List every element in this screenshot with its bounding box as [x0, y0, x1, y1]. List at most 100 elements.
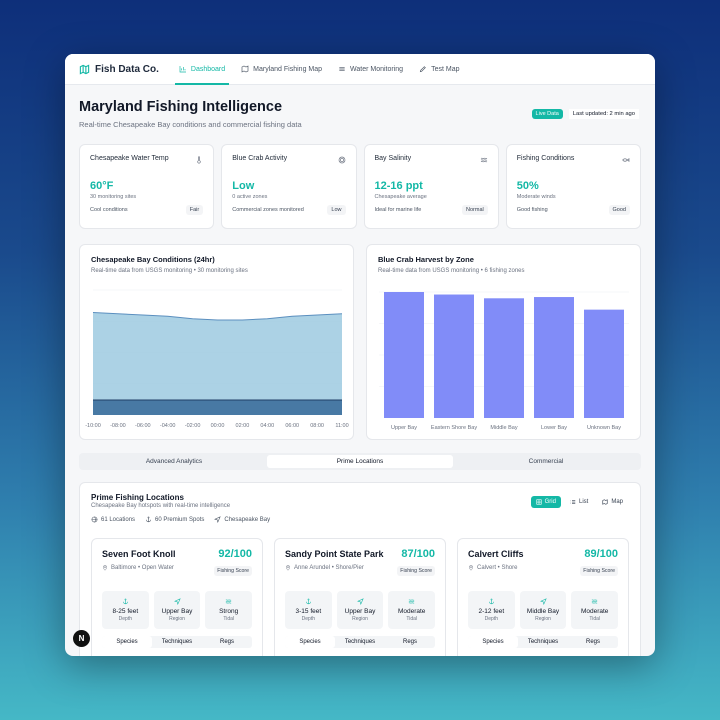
view-toggle: Grid List Map: [530, 496, 628, 508]
view-grid-label: Grid: [544, 499, 556, 505]
live-data-badge: Live Data: [531, 109, 563, 119]
premium-spots: 60 Premium Spots: [145, 516, 204, 523]
metric-label: Region: [535, 616, 551, 622]
tab-species[interactable]: Species: [468, 636, 518, 648]
location-area-text: Baltimore • Open Water: [111, 565, 174, 571]
chart-title: Chesapeake Bay Conditions (24hr): [91, 255, 215, 264]
nav-dashboard[interactable]: Dashboard: [171, 54, 233, 85]
view-map-button[interactable]: Map: [597, 496, 628, 508]
x-tick-label: 11:00: [335, 423, 348, 429]
navigation-icon: [173, 598, 181, 605]
card-tabs: Species Techniques Regs: [285, 636, 435, 648]
fishing-score: 92/100: [218, 548, 252, 560]
anchor-icon: [488, 598, 494, 605]
metric-tidal: Strong Tidal: [205, 591, 253, 629]
map-icon: [241, 65, 249, 73]
tab-regs[interactable]: Regs: [568, 636, 618, 648]
tab-regs[interactable]: Regs: [202, 636, 252, 648]
bar: [484, 298, 524, 418]
stat-title: Bay Salinity: [374, 155, 412, 162]
fishing-score-label: Fishing Score: [397, 566, 435, 576]
stat-value: 50%: [516, 180, 539, 192]
navigation-icon: [539, 598, 547, 605]
pencil-icon: [419, 66, 426, 73]
dev-tools-button[interactable]: N: [73, 630, 90, 647]
navigation-icon: [356, 598, 364, 605]
status-badge: Normal: [462, 205, 488, 215]
metric-value: Moderate: [397, 608, 426, 615]
stat-card-salinity: Bay Salinity 12-16 ppt Chesapeake averag…: [363, 144, 499, 229]
tab-techniques[interactable]: Techniques: [335, 636, 385, 648]
tab-commercial[interactable]: Commercial: [453, 455, 639, 468]
fishing-score-label: Fishing Score: [214, 566, 252, 576]
status-badge: Fair: [185, 205, 204, 215]
pin-icon: [468, 565, 474, 571]
tab-techniques[interactable]: Techniques: [152, 636, 202, 648]
view-list-button[interactable]: List: [565, 496, 593, 508]
tab-regs[interactable]: Regs: [385, 636, 435, 648]
brand[interactable]: Fish Data Co.: [79, 64, 159, 75]
chart-subtitle: Real-time data from USGS monitoring • 6 …: [378, 268, 525, 274]
conditions-chart-card: Chesapeake Bay Conditions (24hr) Real-ti…: [79, 244, 354, 440]
metric-label: Depth: [301, 616, 315, 622]
stat-foot: Cool conditions: [90, 207, 128, 213]
stat-sub: 30 monitoring sites: [90, 194, 137, 200]
nav-test-map[interactable]: Test Map: [411, 54, 467, 85]
metric-region: Upper Bay Region: [336, 591, 384, 629]
metric-value: Upper Bay: [161, 608, 193, 615]
location-card[interactable]: Calvert Cliffs 89/100 Fishing Score Calv…: [457, 538, 629, 656]
locations-count: 61 Locations: [91, 516, 135, 523]
tab-species[interactable]: Species: [285, 636, 335, 648]
card-tabs: Species Techniques Regs: [102, 636, 252, 648]
x-tick-label: 06:00: [285, 423, 299, 429]
metric-tidal: Moderate Tidal: [571, 591, 619, 629]
metric-label: Region: [352, 616, 368, 622]
fishing-score: 87/100: [401, 548, 435, 560]
x-tick-label: -02:00: [185, 423, 201, 429]
fishing-score-label: Fishing Score: [580, 566, 618, 576]
thermometer-icon: [197, 156, 201, 164]
last-updated: Last updated: 2 min ago: [568, 109, 639, 119]
chart-title: Blue Crab Harvest by Zone: [378, 255, 474, 264]
view-grid-button[interactable]: Grid: [530, 496, 561, 508]
status-badge: Low: [327, 205, 346, 215]
anchor-icon: [122, 598, 128, 605]
fishing-score: 89/100: [584, 548, 618, 560]
tab-species[interactable]: Species: [102, 636, 152, 648]
x-tick-label: Eastern Shore Bay: [431, 425, 477, 431]
stat-title: Fishing Conditions: [516, 155, 575, 162]
bar: [384, 292, 424, 418]
stat-cards: Chesapeake Water Temp 60°F 30 monitoring…: [79, 144, 641, 229]
tab-techniques[interactable]: Techniques: [518, 636, 568, 648]
location-card[interactable]: Sandy Point State Park 87/100 Fishing Sc…: [274, 538, 446, 656]
header-status: Live Data Last updated: 2 min ago: [531, 109, 639, 119]
chart-subtitle: Real-time data from USGS monitoring • 30…: [91, 268, 248, 274]
metric-value: Strong: [219, 608, 239, 615]
nav-test-map-label: Test Map: [431, 65, 460, 73]
locations-meta: 61 Locations 60 Premium Spots Chesapeake…: [91, 516, 629, 523]
metric-label: Depth: [118, 616, 132, 622]
menu-icon: [339, 67, 345, 71]
nav-water-monitoring[interactable]: Water Monitoring: [330, 54, 411, 85]
x-tick-label: -10:00: [85, 423, 101, 429]
brand-name: Fish Data Co.: [95, 63, 159, 75]
waves-icon: [480, 157, 487, 163]
tab-advanced-analytics[interactable]: Advanced Analytics: [81, 455, 267, 468]
stat-card-water-temp: Chesapeake Water Temp 60°F 30 monitoring…: [79, 144, 215, 229]
conditions-area-chart: -10:00 -08:00 -06:00 -04:00 -02:00 00:00 02:00…: [85, 289, 349, 429]
nav-fishing-map[interactable]: Maryland Fishing Map: [233, 54, 330, 85]
metric-region: Upper Bay Region: [153, 591, 201, 629]
stat-foot: Good fishing: [516, 207, 548, 213]
area-series-1: [93, 400, 342, 415]
tab-prime-locations[interactable]: Prime Locations: [267, 455, 453, 468]
region-label-text: Chesapeake Bay: [224, 516, 271, 523]
crab-icon: [338, 156, 345, 164]
metric-label: Region: [169, 616, 185, 622]
list-icon: [570, 500, 576, 504]
metric-value: 8-25 feet: [112, 608, 139, 615]
metric-label: Tidal: [223, 616, 234, 622]
metric-tidal: Moderate Tidal: [388, 591, 436, 629]
app-window: Fish Data Co. Dashboard Maryland Fishing…: [65, 54, 655, 656]
location-card[interactable]: Seven Foot Knoll 92/100 Fishing Score Ba…: [91, 538, 263, 656]
grid-icon: [536, 499, 542, 505]
